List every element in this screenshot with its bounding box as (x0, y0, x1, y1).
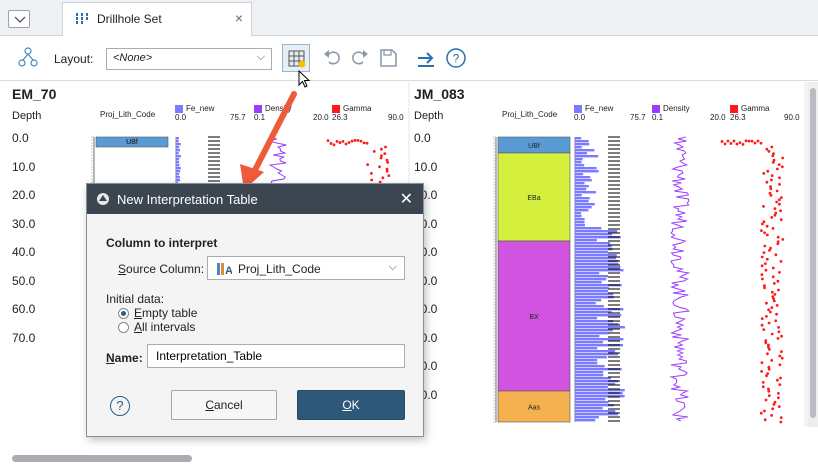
dialog-title: New Interpretation Table (117, 192, 258, 207)
radio-empty-table-label[interactable]: Empty table (134, 306, 197, 320)
dialog-close-icon[interactable]: ✕ (400, 189, 413, 209)
radio-all-intervals-label[interactable]: All intervals (134, 320, 195, 334)
radio-all-intervals[interactable] (118, 322, 129, 333)
ok-button[interactable]: OK (297, 390, 405, 420)
chevron-down-icon: ⌵ (388, 261, 397, 273)
section-label: Column to interpret (106, 236, 218, 250)
mouse-cursor-icon (298, 70, 311, 88)
svg-text:A: A (225, 265, 232, 276)
source-column-select[interactable]: A Proj_Lith_Code ⌵ (207, 256, 405, 280)
dialog-title-bar: New Interpretation Table ✕ (87, 184, 423, 214)
source-column-value: Proj_Lith_Code (238, 262, 321, 276)
source-column-label: Source Column: (118, 262, 205, 276)
name-label: Name: (106, 351, 143, 365)
help-icon[interactable]: ? (110, 396, 130, 416)
name-input[interactable] (154, 346, 394, 366)
initial-data-label: Initial data: (106, 292, 165, 306)
app-logo-icon (96, 192, 110, 209)
new-interpretation-table-dialog: New Interpretation Table ✕ Column to int… (86, 183, 424, 437)
cancel-button[interactable]: Cancel (171, 390, 277, 420)
radio-empty-table[interactable] (118, 308, 129, 319)
category-column-icon: A (216, 262, 233, 279)
name-field[interactable] (147, 344, 405, 368)
